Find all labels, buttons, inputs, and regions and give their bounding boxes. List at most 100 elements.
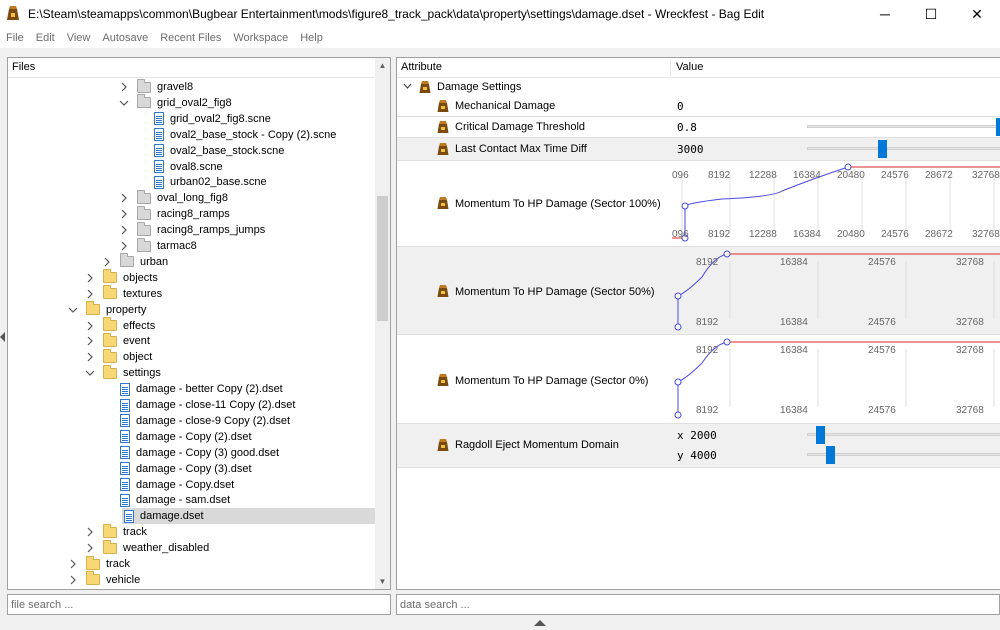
file-tree-item[interactable]: damage - close-9 Copy (2).dset [102, 413, 290, 429]
row-momentum-100[interactable]: Momentum To HP Damage (Sector 100%) 096 … [397, 161, 1000, 247]
folder-tree-item[interactable]: effects [85, 317, 155, 334]
maximize-button[interactable]: ☐ [908, 0, 954, 28]
folder-tree-item[interactable]: racing8_ramps_jumps [119, 221, 265, 238]
folder-tree-item[interactable]: track [68, 555, 130, 572]
folder-tree-item[interactable]: urban [102, 253, 168, 270]
menu-recent-files[interactable]: Recent Files [154, 28, 227, 48]
file-search-box[interactable] [7, 594, 391, 615]
chevron-down-icon[interactable] [119, 98, 129, 108]
menu-workspace[interactable]: Workspace [227, 28, 294, 48]
chevron-right-icon[interactable] [85, 289, 95, 299]
group-damage-settings[interactable]: Damage Settings [397, 78, 1000, 96]
row-ragdoll[interactable]: Ragdoll Eject Momentum Domain x 2000 y 4… [397, 424, 1000, 468]
folder-tree-item[interactable]: event [85, 332, 150, 349]
tree-item-label: event [123, 335, 150, 348]
momentum-100-curve-graph[interactable]: 096 8192 12288 16384 20480 24576 28672 3… [672, 161, 1000, 247]
file-tree-item[interactable]: damage - better Copy (2).dset [102, 381, 283, 397]
attribute-column-header: Attribute [401, 61, 442, 73]
file-tree-item[interactable]: grid_oval2_fig8.scne [136, 111, 271, 127]
folder-tree-item[interactable]: oval_long_fig8 [119, 189, 228, 206]
value-column-header: Value [676, 61, 704, 73]
momentum-0-curve-graph[interactable]: 8192 16384 24576 32768 8192 16384 24576 … [672, 335, 1000, 424]
ragdoll-y-slider[interactable] [807, 453, 1000, 456]
ragdoll-y-value[interactable]: y 4000 [677, 449, 717, 462]
file-tree-item[interactable]: urban02_base.scne [136, 174, 267, 190]
row-mechanical-damage[interactable]: Mechanical Damage 0 [397, 96, 1000, 117]
ragdoll-x-value[interactable]: x 2000 [677, 429, 717, 442]
last-contact-slider-thumb[interactable] [878, 140, 887, 158]
folder-tree-item[interactable]: grid_oval2_fig8 [119, 94, 232, 111]
chevron-right-icon[interactable] [85, 352, 95, 362]
file-icon [120, 462, 130, 476]
folder-tree-item[interactable]: property [68, 301, 146, 318]
menu-help[interactable]: Help [294, 28, 329, 48]
chevron-right-icon[interactable] [102, 257, 112, 267]
chevron-right-icon[interactable] [119, 193, 129, 203]
folder-tree-item[interactable]: vehicle [68, 571, 140, 588]
menu-view[interactable]: View [61, 28, 97, 48]
file-tree-item[interactable]: damage - sam.dset [102, 492, 230, 508]
data-search-input[interactable] [400, 595, 999, 614]
ragdoll-y-slider-thumb[interactable] [826, 446, 835, 464]
folder-tree-item[interactable]: gravel8 [119, 78, 193, 95]
last-contact-slider[interactable] [807, 147, 1000, 150]
folder-tree-item[interactable]: object [85, 348, 152, 365]
files-scrollbar[interactable]: ▲ ▼ [375, 58, 390, 589]
chevron-down-icon[interactable] [68, 305, 78, 315]
mechanical-damage-value[interactable]: 0 [677, 100, 684, 113]
row-critical-threshold[interactable]: Critical Damage Threshold 0.8 [397, 117, 1000, 138]
file-icon [120, 478, 130, 491]
file-tree-item[interactable]: oval2_base_stock - Copy (2).scne [136, 127, 336, 143]
row-momentum-0[interactable]: Momentum To HP Damage (Sector 0%) 8192 1… [397, 335, 1000, 424]
folder-tree-item[interactable]: textures [85, 285, 162, 302]
chevron-right-icon[interactable] [85, 321, 95, 331]
last-contact-value[interactable]: 3000 [677, 143, 704, 156]
chevron-right-icon[interactable] [68, 559, 78, 569]
minimize-button[interactable]: ─ [862, 0, 908, 28]
ragdoll-x-slider[interactable] [807, 433, 1000, 436]
chevron-right-icon[interactable] [85, 273, 95, 283]
chevron-down-icon[interactable] [85, 368, 95, 378]
close-button[interactable]: ✕ [954, 0, 1000, 28]
row-momentum-50[interactable]: Momentum To HP Damage (Sector 50%) 8192 … [397, 247, 1000, 335]
critical-threshold-slider-thumb[interactable] [996, 118, 1000, 136]
folder-tree-item[interactable]: racing8_ramps [119, 205, 230, 222]
scroll-up-icon[interactable]: ▲ [375, 58, 390, 73]
chevron-right-icon[interactable] [68, 575, 78, 585]
chevron-right-icon[interactable] [85, 543, 95, 553]
file-tree-item[interactable]: oval2_base_stock.scne [136, 143, 284, 159]
file-tree-item[interactable]: damage - Copy.dset [102, 477, 234, 493]
folder-tree-item[interactable]: weather_disabled [85, 539, 209, 556]
critical-threshold-slider[interactable] [807, 125, 1000, 128]
scroll-thumb[interactable] [377, 196, 388, 321]
critical-threshold-value[interactable]: 0.8 [677, 121, 697, 134]
chevron-right-icon[interactable] [119, 241, 129, 251]
ragdoll-x-slider-thumb[interactable] [816, 426, 825, 444]
chevron-right-icon[interactable] [119, 209, 129, 219]
chevron-right-icon[interactable] [85, 336, 95, 346]
chevron-right-icon[interactable] [119, 225, 129, 235]
menu-edit[interactable]: Edit [30, 28, 61, 48]
menu-file[interactable]: File [0, 28, 30, 48]
collapse-left-icon[interactable] [0, 332, 6, 342]
chevron-right-icon[interactable] [119, 82, 129, 92]
file-tree-item[interactable]: damage - close-11 Copy (2).dset [102, 397, 295, 413]
menu-autosave[interactable]: Autosave [96, 28, 154, 48]
file-tree-item[interactable]: oval8.scne [136, 159, 223, 175]
chevron-right-icon[interactable] [85, 527, 95, 537]
folder-tree-item[interactable]: objects [85, 269, 158, 286]
file-tree-item[interactable]: damage - Copy (3) good.dset [102, 445, 279, 461]
momentum-50-curve-graph[interactable]: 8192 16384 24576 32768 8192 16384 24576 … [672, 247, 1000, 335]
folder-tree-item[interactable]: tarmac8 [119, 237, 197, 254]
chevron-down-icon[interactable] [403, 83, 412, 90]
file-tree-item[interactable]: damage.dset [122, 508, 382, 525]
collapse-bottom-icon[interactable] [534, 620, 546, 626]
folder-tree-item[interactable]: track [85, 523, 147, 540]
folder-tree-item[interactable]: settings [85, 364, 161, 381]
scroll-down-icon[interactable]: ▼ [375, 574, 390, 589]
file-tree-item[interactable]: damage - Copy (3).dset [102, 461, 252, 477]
data-search-box[interactable] [396, 594, 1000, 615]
file-search-input[interactable] [11, 595, 390, 614]
row-last-contact[interactable]: Last Contact Max Time Diff 3000 [397, 138, 1000, 161]
file-tree-item[interactable]: damage - Copy (2).dset [102, 429, 252, 445]
